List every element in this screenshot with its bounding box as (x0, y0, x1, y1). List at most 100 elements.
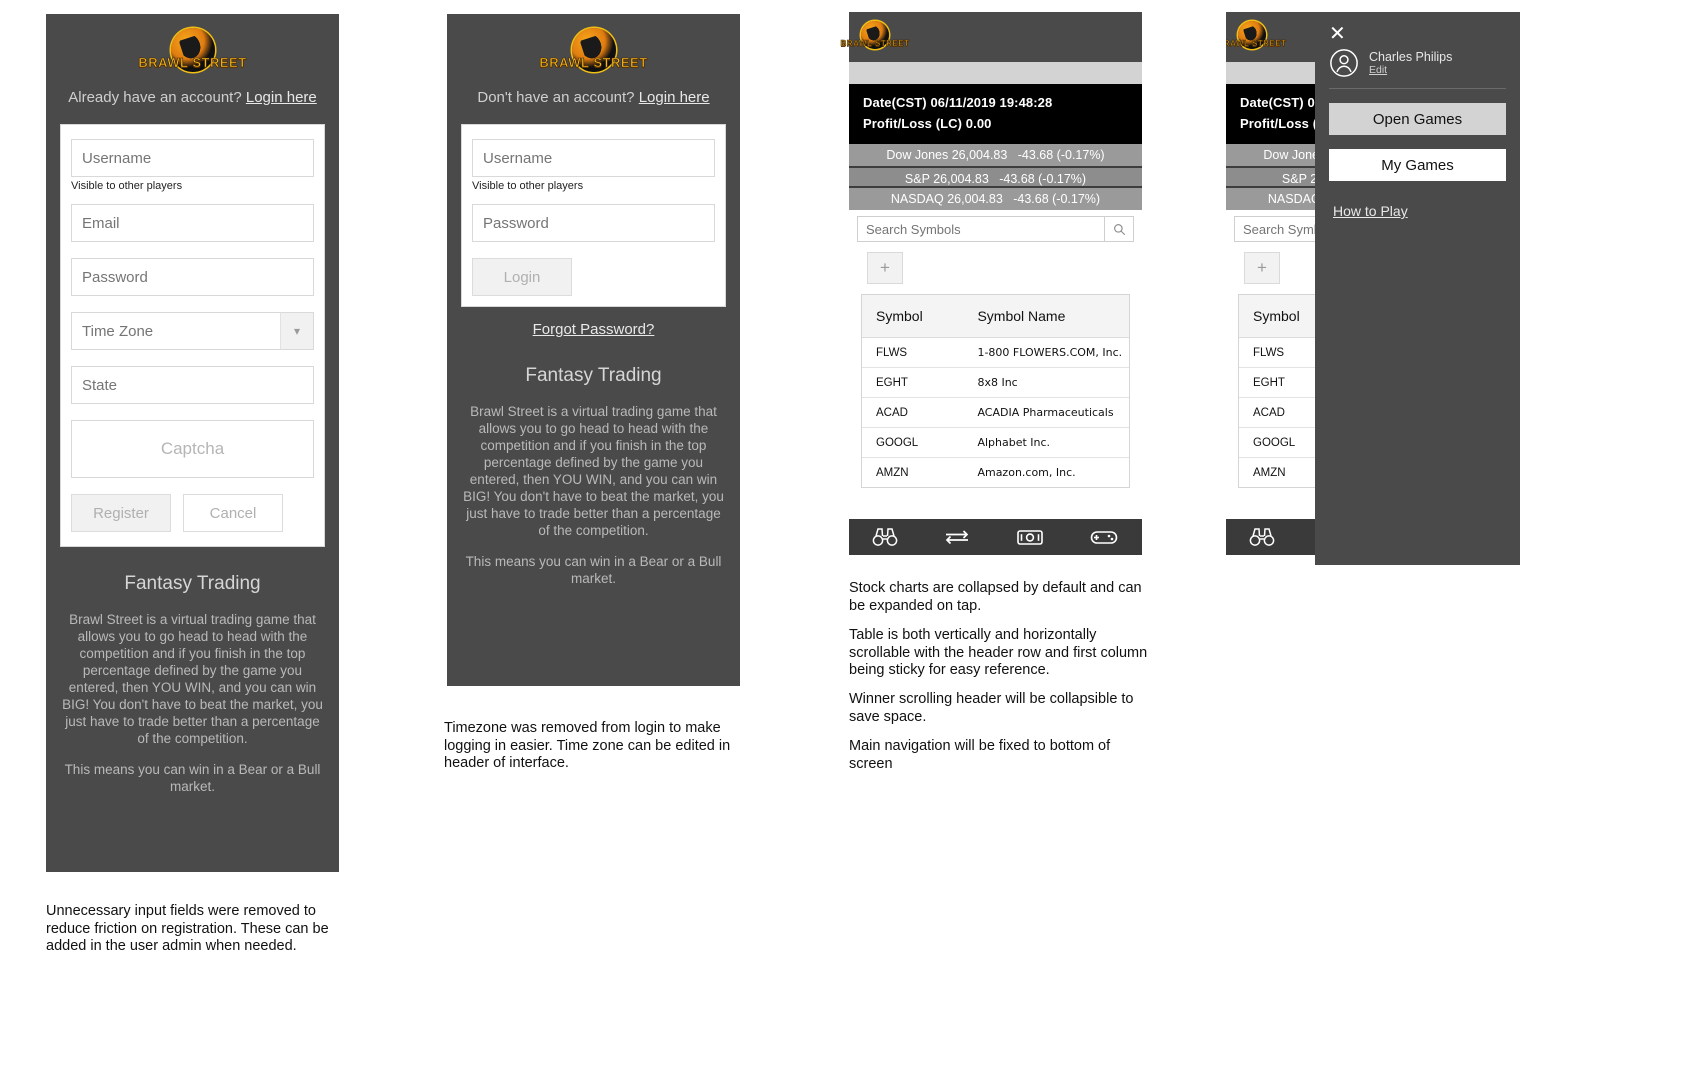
register-button[interactable]: Register (71, 494, 171, 532)
form-actions: Login (472, 258, 715, 296)
money-icon[interactable] (1016, 527, 1044, 547)
chevron-down-icon[interactable]: ▾ (280, 312, 314, 350)
bottom-navigation (849, 519, 1142, 555)
collapsed-chart-bar[interactable] (849, 62, 1142, 84)
username-input[interactable] (71, 139, 314, 177)
ticker-label: NASDAQ (890, 192, 944, 206)
ticker-row-sp[interactable]: S&P 26,004.83 -43.68 (-0.17%) (849, 166, 1142, 188)
cell-symbol-name: 1-800 FLOWERS.COM, Inc. (963, 337, 1129, 368)
market-annotation-4: Main navigation will be fixed to bottom … (849, 738, 1111, 772)
table-header-row: Symbol Symbol Name (862, 295, 1129, 338)
login-button[interactable]: Login (472, 258, 572, 296)
ticker-label: S&P (1281, 172, 1307, 186)
drawer-user-name: Charles Philips (1369, 50, 1453, 64)
cell-symbol-name: 8x8 Inc (963, 367, 1129, 398)
account-prompt-text: Already have an account? (68, 89, 242, 106)
brand-name: BRAWL STREET (539, 55, 648, 71)
cell-symbol-name: ACADIA Pharmaceuticals (963, 397, 1129, 428)
forgot-password-row: Forgot Password? (447, 321, 740, 339)
timezone-select[interactable]: ▾ (71, 312, 314, 350)
market-annotation-1: Stock charts are collapsed by default an… (849, 580, 1142, 614)
fantasy-trading-paragraph-1: Brawl Street is a virtual trading game t… (463, 404, 724, 538)
brand-logo: BRAWL STREET (46, 14, 339, 77)
edit-profile-link[interactable]: Edit (1369, 64, 1452, 76)
username-hint: Visible to other players (472, 180, 584, 192)
table-row[interactable]: FLWS 1-800 FLOWERS.COM, Inc. (862, 337, 1129, 368)
search-input[interactable] (857, 216, 1104, 242)
ticker-change: -43.68 (-0.17%) (1017, 148, 1105, 162)
fantasy-trading-paragraph-2: This means you can win in a Bear or a Bu… (465, 554, 722, 586)
table-row[interactable]: AMZN Amazon.com, Inc. (862, 458, 1129, 488)
brand-logo: BRAWL STREET (447, 14, 740, 77)
username-hint: Visible to other players (71, 180, 183, 192)
binoculars-icon[interactable] (872, 527, 898, 547)
login-form: Visible to other players Login (461, 124, 726, 307)
username-input[interactable] (472, 139, 715, 177)
fantasy-trading-paragraph-1: Brawl Street is a virtual trading game t… (62, 612, 323, 746)
ticker-change: -43.68 (-0.17%) (1013, 192, 1101, 206)
add-symbol-button[interactable]: + (867, 252, 903, 284)
open-games-button[interactable]: Open Games (1329, 103, 1506, 135)
profit-loss-line: Profit/Loss (LC) 0.00 (863, 116, 992, 131)
date-line: Date(CST) 06/11/2019 19:48:28 (863, 95, 1053, 110)
table-row[interactable]: GOOGL Alphabet Inc. (862, 427, 1129, 458)
ticker-value: 26,004.83 (951, 148, 1008, 162)
cell-symbol: GOOGL (862, 427, 964, 458)
market-annotation-3: Winner scrolling header will be collapsi… (849, 691, 1134, 725)
fantasy-trading-paragraph-2: This means you can win in a Bear or a Bu… (64, 762, 321, 794)
forgot-password-link[interactable]: Forgot Password? (533, 321, 655, 338)
cancel-button[interactable]: Cancel (183, 494, 283, 532)
status-panel: Date(CST) 06/11/2019 19:48:28 Profit/Los… (849, 84, 1142, 144)
gamepad-icon[interactable] (1089, 527, 1119, 547)
registration-screen: BRAWL STREET Already have an account? Lo… (46, 14, 339, 872)
cell-symbol: EGHT (862, 367, 964, 398)
drawer-divider (1329, 88, 1506, 89)
login-link[interactable]: Login here (246, 89, 317, 106)
close-icon[interactable]: ✕ (1315, 12, 1347, 44)
brand-name: BRAWL STREET (840, 38, 910, 48)
account-prompt: Don't have an account? Login here (447, 89, 740, 106)
cell-symbol-name: Alphabet Inc. (963, 427, 1129, 458)
timezone-input[interactable] (71, 312, 314, 350)
app-header: BRAWL STREET (840, 12, 1142, 62)
market-annotation-2: Table is both vertically and horizontall… (849, 627, 1148, 678)
ticker-label: Dow Jones (886, 148, 949, 162)
brand-name: BRAWL STREET (1226, 38, 1287, 48)
email-input[interactable] (71, 204, 314, 242)
captcha-label: Captcha (160, 439, 225, 458)
ticker-row-dow[interactable]: Dow Jones 26,004.83 -43.68 (-0.17%) (849, 144, 1142, 166)
state-input[interactable] (71, 366, 314, 404)
table-row[interactable]: EGHT 8x8 Inc (862, 367, 1129, 398)
add-symbol-button[interactable]: + (1244, 252, 1280, 284)
password-input[interactable] (71, 258, 314, 296)
table-row[interactable]: ACAD ACADIA Pharmaceuticals (862, 397, 1129, 428)
ticker-label: NASDAQ (1267, 192, 1321, 206)
ticker-row-nasdaq[interactable]: NASDAQ 26,004.83 -43.68 (-0.17%) (849, 188, 1142, 210)
ticker-change: -43.68 (-0.17%) (999, 172, 1087, 186)
cell-symbol: ACAD (862, 397, 964, 428)
account-prompt: Already have an account? Login here (46, 89, 339, 106)
login-link[interactable]: Login here (639, 89, 710, 106)
how-to-play-link[interactable]: How to Play (1333, 203, 1520, 219)
symbols-table[interactable]: Symbol Symbol Name FLWS 1-800 FLOWERS.CO… (861, 294, 1130, 488)
market-screen: BRAWL STREET Date(CST) 06/11/2019 19:48:… (840, 12, 1142, 555)
captcha-box[interactable]: Captcha (71, 420, 314, 478)
login-annotation: Timezone was removed from login to make … (444, 720, 731, 771)
login-screen: BRAWL STREET Don't have an account? Logi… (447, 14, 740, 686)
my-games-button[interactable]: My Games (1329, 149, 1506, 181)
brand-logo: BRAWL STREET (840, 20, 909, 54)
account-drawer: ✕ Charles Philips Edit Open Games My Gam… (1315, 12, 1520, 565)
brand-name: BRAWL STREET (138, 55, 247, 71)
fantasy-trading-title: Fantasy Trading (525, 365, 662, 386)
column-header-symbol-name: Symbol Name (963, 295, 1129, 338)
transfer-arrows-icon[interactable] (943, 527, 971, 547)
brand-logo: BRAWL STREET (1226, 20, 1286, 54)
password-input[interactable] (472, 204, 715, 242)
magnifier-icon[interactable] (1104, 216, 1134, 242)
drawer-user-row: Charles Philips Edit (1315, 44, 1520, 78)
user-avatar-icon (1330, 49, 1358, 77)
binoculars-icon[interactable] (1249, 527, 1275, 547)
form-actions: Register Cancel (71, 494, 314, 532)
fantasy-trading-title: Fantasy Trading (124, 573, 261, 594)
registration-annotation: Unnecessary input fields were removed to… (46, 903, 329, 954)
